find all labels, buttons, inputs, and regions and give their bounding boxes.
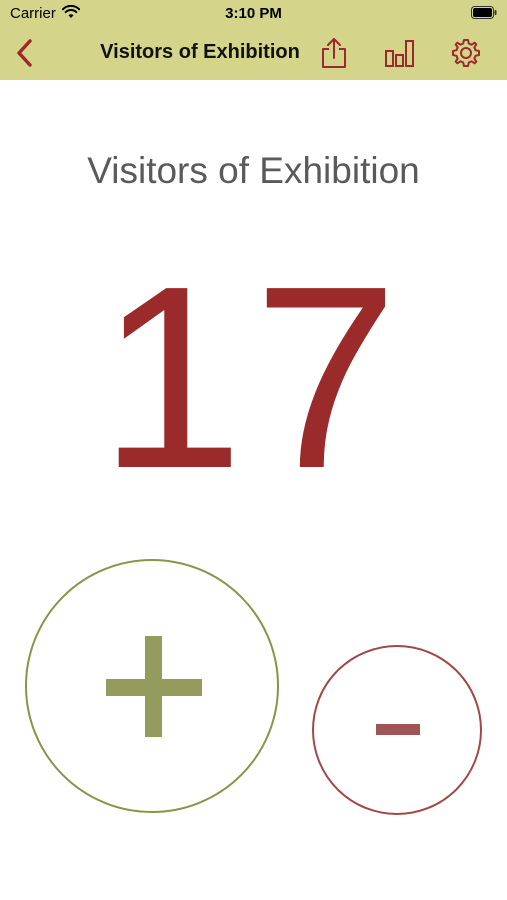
counter-title: Visitors of Exhibition [87, 150, 420, 191]
back-chevron-icon [17, 39, 32, 67]
share-icon [322, 38, 346, 68]
counter-value: 17 [98, 233, 409, 523]
increment-button[interactable] [25, 559, 279, 813]
share-button[interactable] [315, 34, 353, 72]
back-button[interactable] [8, 34, 42, 72]
navigation-bar: Visitors of Exhibition [0, 28, 507, 80]
gear-icon [452, 39, 480, 67]
decrement-button[interactable] [312, 645, 482, 815]
status-bar: Carrier 3:10 PM [0, 0, 507, 28]
battery-icon [471, 6, 497, 19]
statistics-button[interactable] [381, 34, 419, 72]
bar-chart-icon [385, 40, 414, 67]
clock: 3:10 PM [225, 5, 282, 22]
settings-button[interactable] [447, 34, 485, 72]
nav-title: Visitors of Exhibition [100, 41, 300, 63]
